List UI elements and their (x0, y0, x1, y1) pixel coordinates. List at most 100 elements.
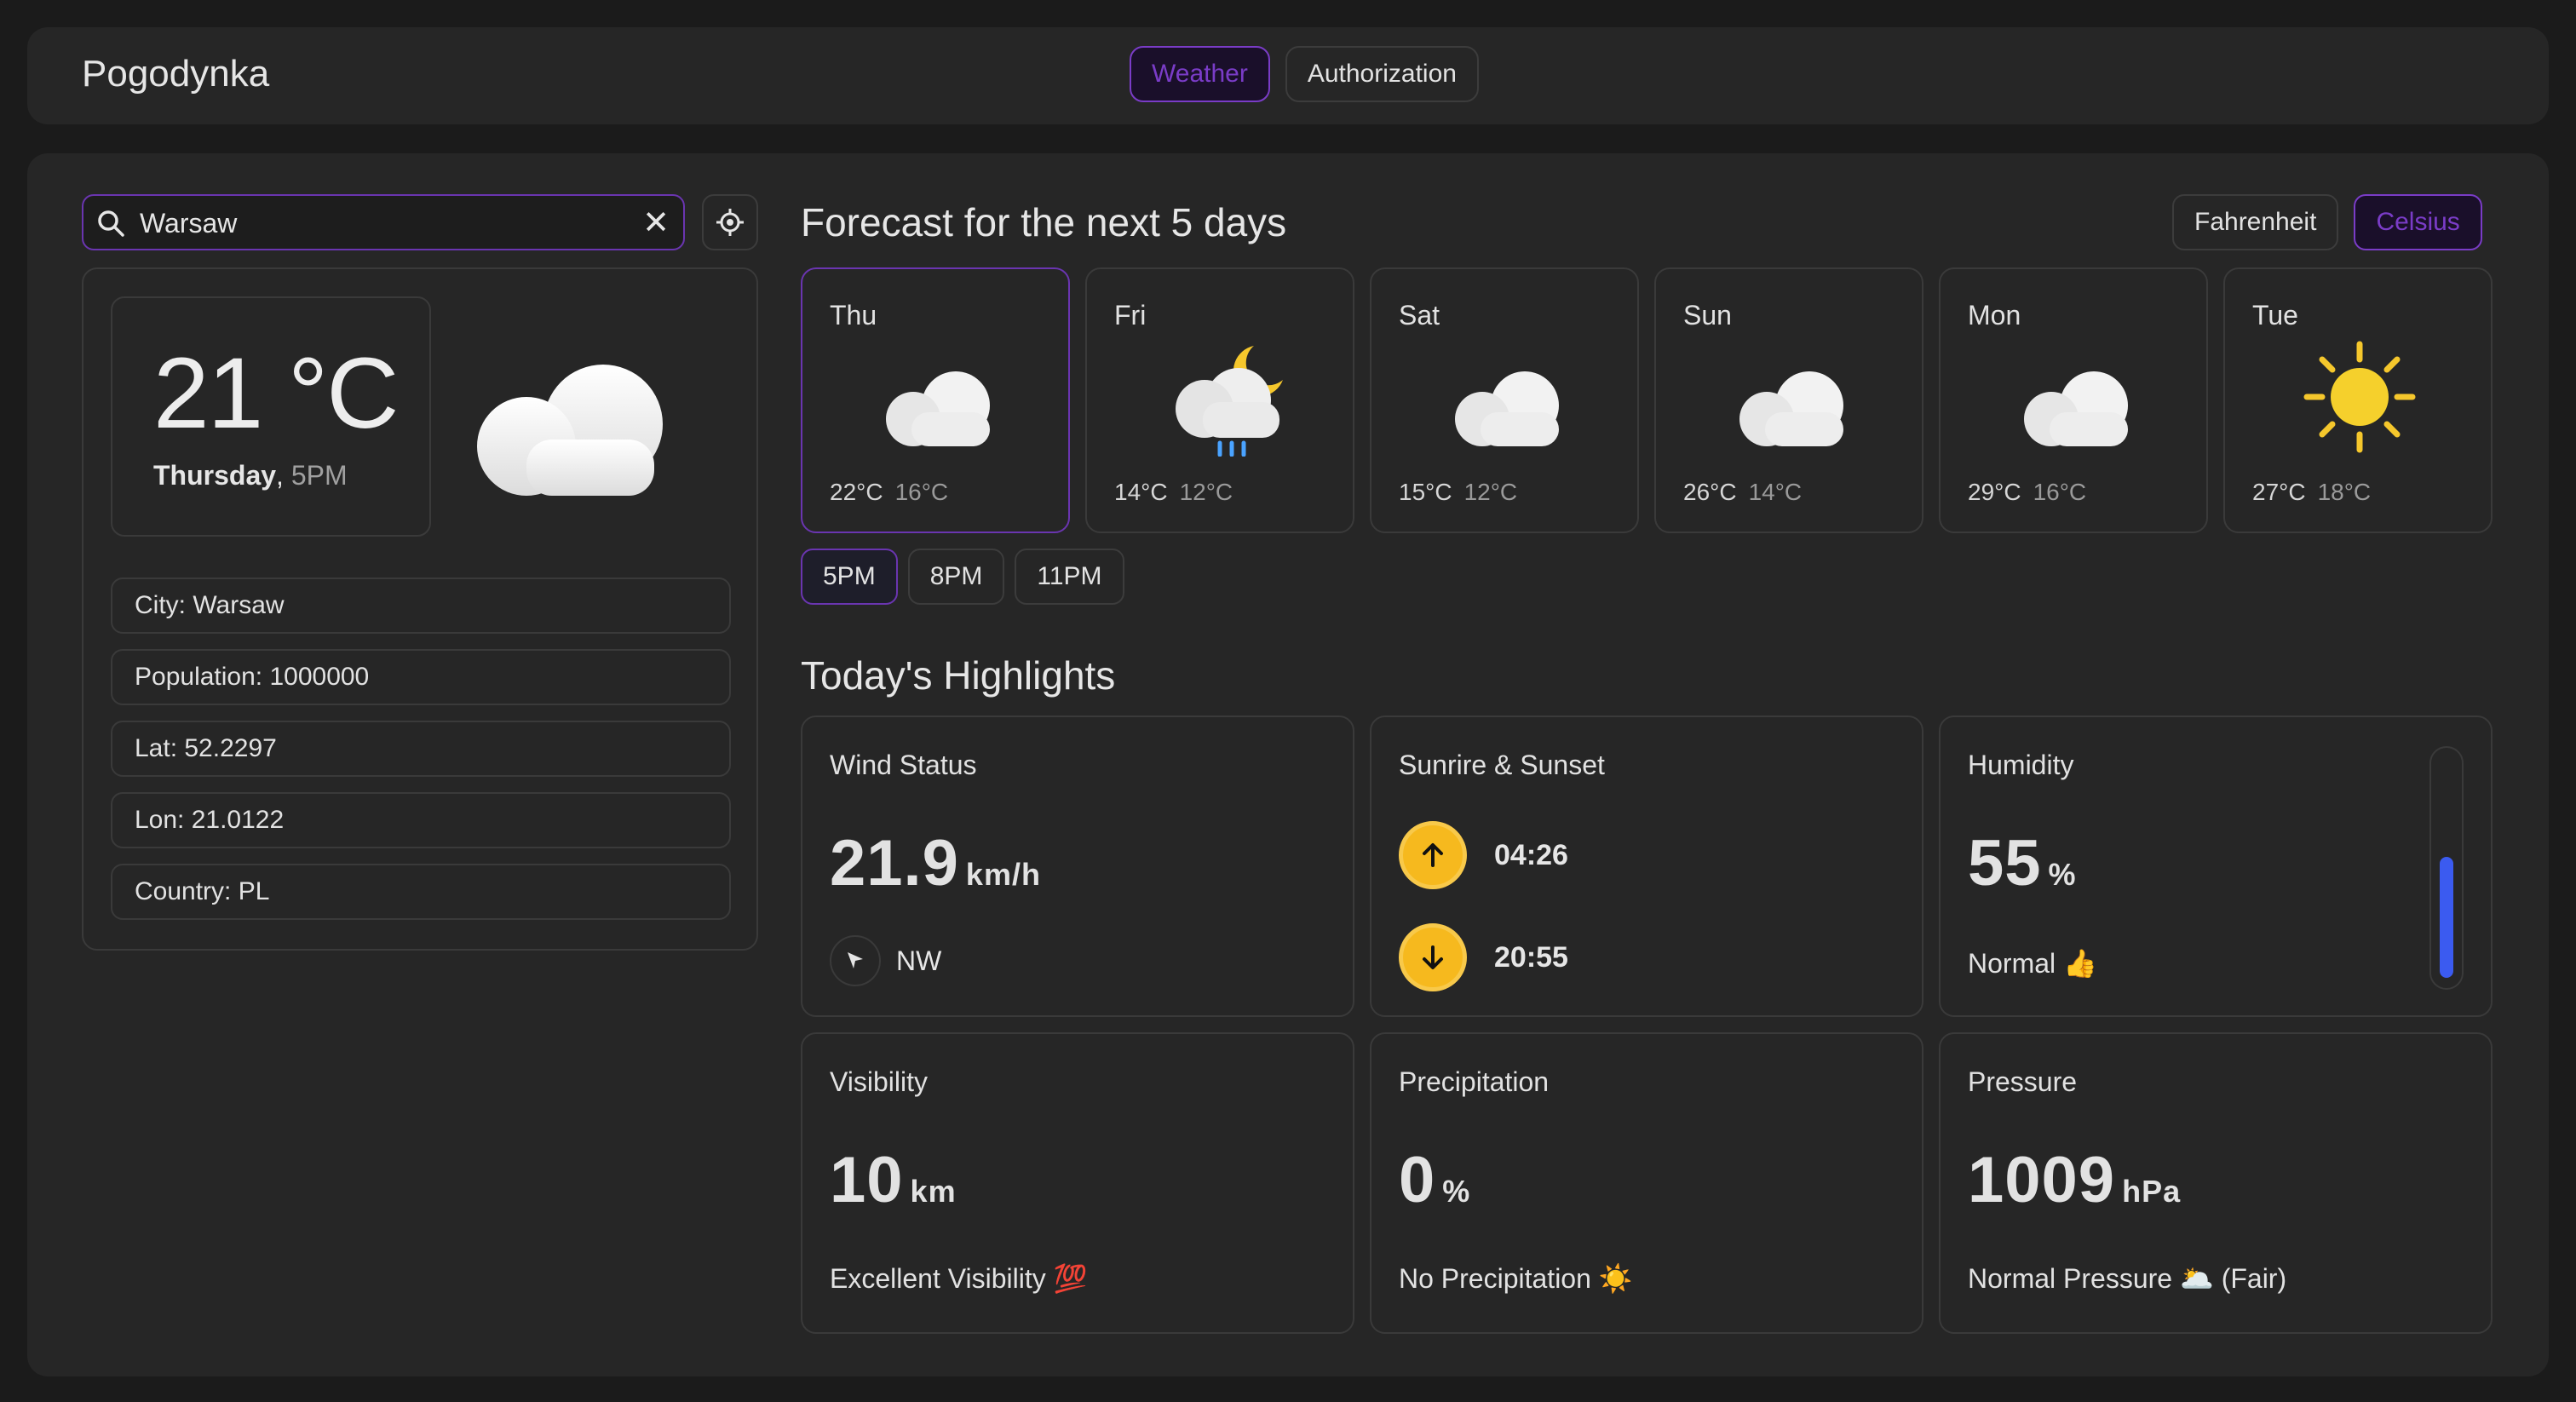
day-low-temp: 14°C (1748, 479, 1803, 505)
nav-weather-button[interactable]: Weather (1130, 46, 1270, 102)
cloud-icon (886, 371, 990, 446)
wind-direction: NW (830, 935, 941, 986)
precipitation-unit: % (1442, 1174, 1471, 1209)
card-label: Wind Status (830, 750, 977, 780)
day-name: Tue (2252, 300, 2298, 330)
nav-authorization-button[interactable]: Authorization (1285, 46, 1479, 102)
day-name: Sun (1683, 300, 1732, 330)
top-header: Pogodynka Weather Authorization (27, 27, 2549, 124)
humidity-unit: % (2048, 857, 2077, 892)
forecast-title: Forecast for the next 5 days (801, 200, 1287, 244)
humidity-bar-fill (2440, 857, 2453, 978)
forecast-day-card[interactable]: Tue 27°C 18°C (2223, 267, 2493, 533)
rain-night-icon (1176, 346, 1283, 457)
card-label: Humidity (1968, 750, 2074, 780)
cloud-icon (477, 365, 663, 496)
city-facts-list: City: Warsaw Population: 1000000 Lat: 52… (111, 577, 731, 935)
fahrenheit-button[interactable]: Fahrenheit (2172, 194, 2339, 250)
sunset-arrow-icon (1399, 923, 1467, 991)
cloud-icon (1739, 371, 1843, 446)
wind-status-card: Wind Status 21.9 km/h NW (801, 715, 1354, 1017)
hour-11pm-button[interactable]: 11PM (1015, 549, 1124, 605)
search-icon (98, 210, 124, 237)
pressure-value: 1009 hPa (1968, 1143, 2181, 1217)
fact-population: Population: 1000000 (111, 649, 731, 705)
current-time: 5PM (283, 460, 348, 491)
forecast-days: Thu 22°C 16°C Fri 14°C 12°C Sat 15°C 12°… (801, 267, 2493, 533)
pressure-status: Normal Pressure 🌥️ (Fair) (1968, 1263, 2287, 1294)
humidity-status: Normal 👍 (1968, 948, 2097, 979)
fact-lon: Lon: 21.0122 (111, 792, 731, 848)
main-panel: Warsaw ✕ 21 °C Thursday, 5PM City: Warsa… (27, 153, 2549, 1376)
forecast-day-card[interactable]: Thu 22°C 16°C (801, 267, 1070, 533)
day-low-temp: 16°C (894, 479, 949, 505)
precipitation-status: No Precipitation ☀️ (1399, 1263, 1633, 1294)
forecast-day-card[interactable]: Sat 15°C 12°C (1370, 267, 1639, 533)
wind-direction-label: NW (896, 945, 942, 976)
visibility-status: Excellent Visibility 💯 (830, 1263, 1088, 1294)
day-low-temp: 18°C (2317, 479, 2372, 505)
forecast-day-card[interactable]: Mon 29°C 16°C (1939, 267, 2208, 533)
main-nav: Weather Authorization (1130, 46, 1479, 102)
day-name: Sat (1399, 300, 1440, 330)
fact-country: Country: PL (111, 864, 731, 920)
current-temperature: 21 °C (153, 337, 399, 450)
cloud-icon (2024, 371, 2128, 446)
fact-lat: Lat: 52.2297 (111, 721, 731, 777)
clear-search-icon[interactable]: ✕ (642, 206, 670, 240)
unit-toggle: Fahrenheit Celsius (2172, 194, 2482, 250)
day-high-temp: 22°C (830, 479, 883, 505)
day-name: Thu (830, 300, 877, 330)
wind-speed: 21.9 km/h (830, 826, 1041, 900)
forecast-day-card[interactable]: Fri 14°C 12°C (1085, 267, 1354, 533)
humidity-card: Humidity 55% Normal 👍 (1939, 715, 2493, 1017)
navigation-arrow-icon (830, 935, 881, 986)
visibility-card: Visibility 10 km Excellent Visibility 💯 (801, 1032, 1354, 1334)
hour-5pm-button[interactable]: 5PM (801, 549, 898, 605)
day-low-temp: 16°C (2033, 479, 2087, 505)
day-name: Mon (1968, 300, 2021, 330)
day-high-temp: 27°C (2252, 479, 2306, 505)
card-label: Sunrire & Sunset (1399, 750, 1605, 780)
forecast-day-card[interactable]: Sun 26°C 14°C (1654, 267, 1923, 533)
current-temperature-card: 21 °C Thursday, 5PM (111, 296, 431, 537)
crosshair-icon (716, 209, 744, 236)
humidity-bar (2429, 746, 2464, 990)
day-high-temp: 14°C (1114, 479, 1168, 505)
day-name: Fri (1114, 300, 1147, 330)
card-label: Precipitation (1399, 1066, 1550, 1097)
hour-selector: 5PM 8PM 11PM (801, 549, 1124, 605)
celsius-button[interactable]: Celsius (2354, 194, 2482, 250)
precipitation-card: Precipitation 0% No Precipitation ☀️ (1370, 1032, 1923, 1334)
highlights-grid: Wind Status 21.9 km/h NW Sunrire & Sunset… (801, 715, 2493, 1334)
search-value: Warsaw (140, 208, 238, 238)
highlights-title: Today's Highlights (801, 653, 1116, 698)
precipitation-value: 0% (1399, 1143, 1470, 1217)
visibility-unit: km (910, 1174, 957, 1209)
pressure-unit: hPa (2122, 1174, 2182, 1209)
day-high-temp: 29°C (1968, 479, 2021, 505)
pressure-card: Pressure 1009 hPa Normal Pressure 🌥️ (Fai… (1939, 1032, 2493, 1334)
sunrise-sunset-card: Sunrire & Sunset 04:26 20:55 (1370, 715, 1923, 1017)
sunrise-row: 04:26 (1399, 821, 1568, 889)
current-location-button[interactable] (702, 194, 758, 250)
wind-speed-unit: km/h (965, 857, 1041, 892)
sun-icon (2303, 341, 2416, 453)
sunset-time: 20:55 (1494, 940, 1568, 974)
sunset-row: 20:55 (1399, 923, 1568, 991)
precipitation-number: 0 (1399, 1144, 1436, 1216)
card-label: Pressure (1968, 1066, 2078, 1097)
humidity-value: 55% (1968, 826, 2077, 900)
wind-speed-value: 21.9 (830, 827, 959, 899)
current-datetime: Thursday, 5PM (153, 460, 348, 491)
visibility-number: 10 (830, 1144, 904, 1216)
city-search-input[interactable]: Warsaw ✕ (82, 194, 685, 250)
hour-8pm-button[interactable]: 8PM (907, 549, 1005, 605)
day-low-temp: 12°C (1463, 479, 1518, 505)
cloud-icon (1455, 371, 1559, 446)
datetime-separator: , (276, 460, 284, 491)
day-low-temp: 12°C (1179, 479, 1233, 505)
day-high-temp: 15°C (1399, 479, 1452, 505)
app-title: Pogodynka (82, 53, 270, 95)
sunrise-arrow-icon (1399, 821, 1467, 889)
